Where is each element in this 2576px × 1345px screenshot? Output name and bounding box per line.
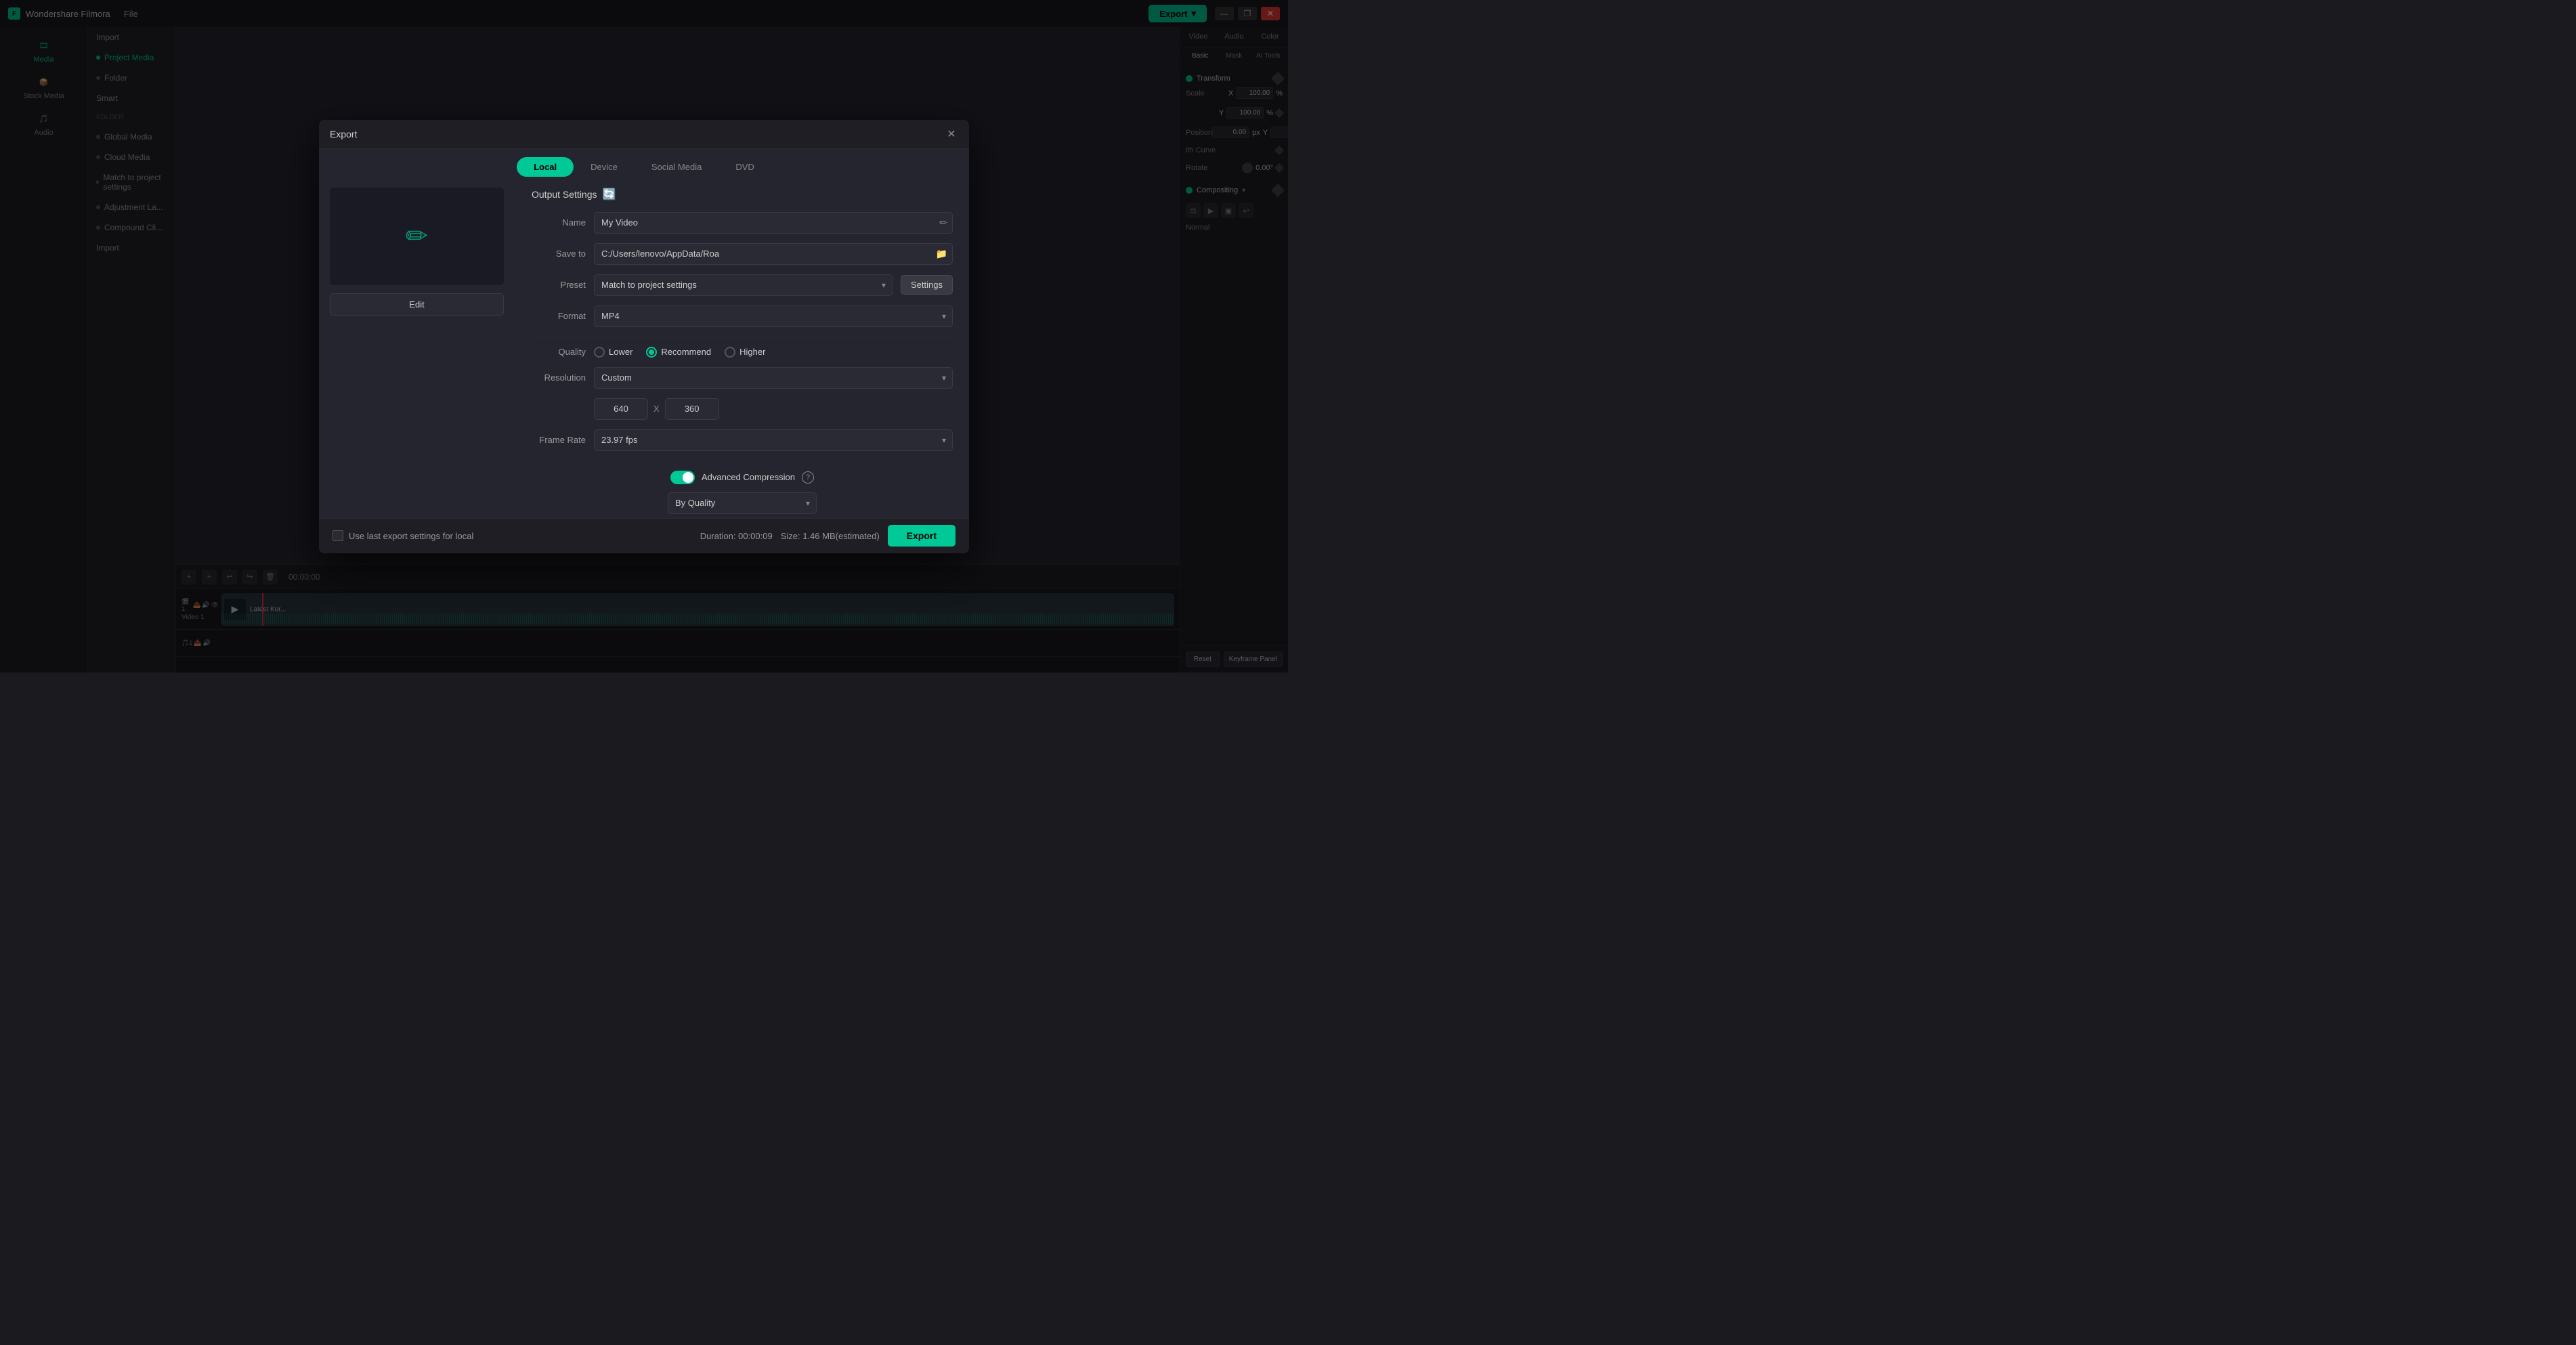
dialog-body: ✏ Edit Output Settings 🔄 Name ✏ Save to xyxy=(319,177,969,519)
name-input-wrapper: ✏ xyxy=(594,212,953,234)
resolution-label: Resolution xyxy=(532,372,586,383)
by-quality-select[interactable]: By Quality By Bitrate By Size xyxy=(668,492,817,514)
name-row: Name ✏ xyxy=(532,212,953,234)
quality-higher-radio[interactable] xyxy=(725,347,735,358)
format-select-wrapper: MP4 MOV AVI MKV xyxy=(594,305,953,327)
resolution-width-input[interactable] xyxy=(594,398,648,420)
frame-rate-select-wrapper: 23.97 fps 24 fps 25 fps 29.97 fps 30 fps xyxy=(594,429,953,451)
advanced-compression-row: Advanced Compression ? xyxy=(532,471,953,484)
quality-lower[interactable]: Lower xyxy=(594,347,632,358)
size-info: Size: 1.46 MB(estimated) xyxy=(781,531,880,541)
quality-higher-label: Higher xyxy=(739,347,765,357)
save-to-label: Save to xyxy=(532,249,586,259)
quality-row: Quality Lower Recommend Higher xyxy=(532,347,953,358)
preset-select[interactable]: Match to project settings Custom High Qu… xyxy=(594,274,893,296)
help-icon[interactable]: ? xyxy=(802,471,814,484)
advanced-compression-toggle[interactable] xyxy=(670,471,695,484)
save-to-input-wrapper: 📁 xyxy=(594,243,953,265)
resolution-select[interactable]: Custom 1920x1080 1280x720 854x480 xyxy=(594,367,953,389)
quality-higher[interactable]: Higher xyxy=(725,347,765,358)
format-row: Format MP4 MOV AVI MKV xyxy=(532,305,953,327)
quality-lower-label: Lower xyxy=(609,347,632,357)
dialog-settings: Output Settings 🔄 Name ✏ Save to 📁 xyxy=(515,177,969,519)
by-quality-row: By Quality By Bitrate By Size xyxy=(532,492,953,514)
frame-rate-select[interactable]: 23.97 fps 24 fps 25 fps 29.97 fps 30 fps xyxy=(594,429,953,451)
resolution-inputs: X xyxy=(594,398,953,420)
quality-recommend-radio[interactable] xyxy=(646,347,657,358)
quality-label: Quality xyxy=(532,347,586,357)
tab-local[interactable]: Local xyxy=(517,157,574,177)
output-settings-label: Output Settings xyxy=(532,189,597,200)
dialog-close-button[interactable]: ✕ xyxy=(943,126,960,142)
quality-recommend-label: Recommend xyxy=(661,347,711,357)
dialog-tabs: Local Device Social Media DVD xyxy=(319,149,969,177)
format-label: Format xyxy=(532,311,586,321)
quality-lower-radio[interactable] xyxy=(594,347,605,358)
settings-button[interactable]: Settings xyxy=(901,275,953,295)
duration-info: Duration: 00:00:09 xyxy=(700,531,773,541)
tab-dvd[interactable]: DVD xyxy=(718,157,771,177)
quality-recommend[interactable]: Recommend xyxy=(646,347,711,358)
last-export-checkbox[interactable] xyxy=(332,530,343,541)
dialog-title: Export xyxy=(330,129,357,140)
output-settings-icon: 🔄 xyxy=(603,188,616,201)
output-header: Output Settings 🔄 xyxy=(532,188,953,201)
export-dialog: Export ✕ Local Device Social Media DVD ✏… xyxy=(319,120,969,553)
edit-thumbnail-button[interactable]: Edit xyxy=(330,293,504,316)
preview-thumbnail: ✏ xyxy=(330,188,504,286)
preset-select-wrapper: Match to project settings Custom High Qu… xyxy=(594,274,893,296)
format-select[interactable]: MP4 MOV AVI MKV xyxy=(594,305,953,327)
resolution-row: Resolution Custom 1920x1080 1280x720 854… xyxy=(532,367,953,389)
dialog-footer: Use last export settings for local Durat… xyxy=(319,518,969,553)
last-export-label: Use last export settings for local xyxy=(349,531,473,541)
tab-device[interactable]: Device xyxy=(574,157,635,177)
frame-rate-row: Frame Rate 23.97 fps 24 fps 25 fps 29.97… xyxy=(532,429,953,451)
advanced-compression-label: Advanced Compression xyxy=(702,472,795,482)
preset-label: Preset xyxy=(532,280,586,290)
frame-rate-label: Frame Rate xyxy=(532,435,586,445)
save-to-row: Save to 📁 xyxy=(532,243,953,265)
dialog-header: Export ✕ xyxy=(319,120,969,149)
name-input[interactable] xyxy=(594,212,953,234)
dialog-preview: ✏ Edit xyxy=(319,177,515,519)
resolution-separator: X xyxy=(653,404,660,414)
name-label: Name xyxy=(532,217,586,228)
by-quality-select-wrapper: By Quality By Bitrate By Size xyxy=(668,492,817,514)
preview-icon: ✏ xyxy=(406,221,429,252)
resolution-select-wrapper: Custom 1920x1080 1280x720 854x480 xyxy=(594,367,953,389)
last-export-checkbox-wrapper: Use last export settings for local xyxy=(332,530,473,541)
folder-icon[interactable]: 📁 xyxy=(936,248,947,259)
toggle-knob xyxy=(683,472,693,483)
save-to-input[interactable] xyxy=(594,243,953,265)
preset-row: Preset Match to project settings Custom … xyxy=(532,274,953,296)
resolution-height-input[interactable] xyxy=(665,398,719,420)
quality-options: Lower Recommend Higher xyxy=(594,347,765,358)
tab-social-media[interactable]: Social Media xyxy=(635,157,718,177)
export-button[interactable]: Export xyxy=(888,525,956,547)
name-edit-icon[interactable]: ✏ xyxy=(939,217,947,228)
